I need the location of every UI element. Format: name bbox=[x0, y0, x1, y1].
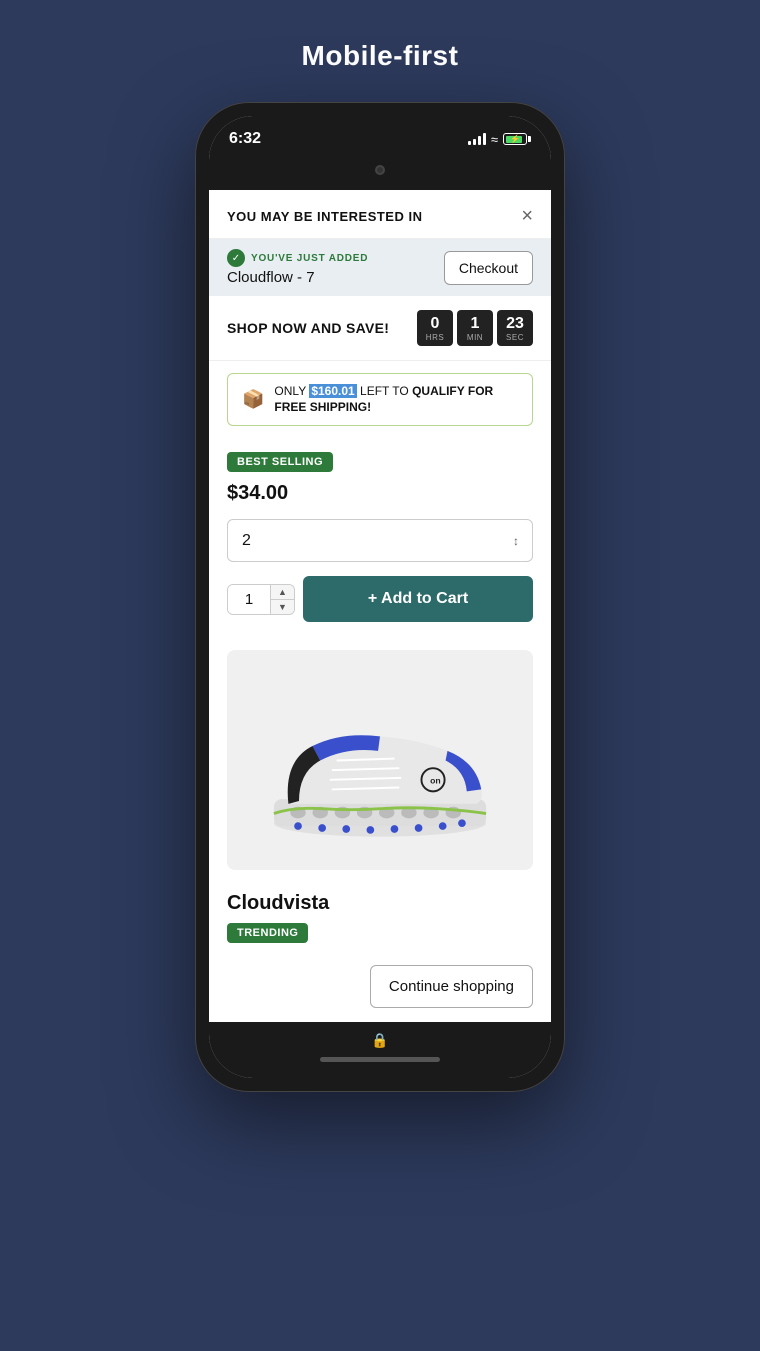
timer-section: SHOP NOW AND SAVE! 0 HRS 1 MIN 23 SEC bbox=[209, 296, 551, 361]
battery-icon: ⚡ bbox=[503, 133, 531, 145]
seconds-label: SEC bbox=[503, 333, 527, 342]
page-title: Mobile-first bbox=[302, 40, 459, 72]
status-time: 6:32 bbox=[229, 130, 261, 148]
product-image: on bbox=[227, 650, 533, 870]
bottom-indicator: 🔒 bbox=[209, 1022, 551, 1078]
hours-value: 0 bbox=[423, 314, 447, 333]
phone-frame: 6:32 ≈ ⚡ bbox=[195, 102, 565, 1092]
timer-hours: 0 HRS bbox=[417, 310, 453, 346]
hours-label: HRS bbox=[423, 333, 447, 342]
wifi-icon: ≈ bbox=[491, 132, 498, 147]
shop-now-label: SHOP NOW AND SAVE! bbox=[227, 320, 389, 336]
best-selling-badge: BEST SELLING bbox=[227, 452, 333, 472]
add-to-cart-button[interactable]: + Add to Cart bbox=[303, 576, 533, 622]
quantity-value: 1 bbox=[245, 591, 253, 608]
timer-seconds: 23 SEC bbox=[497, 310, 533, 346]
product-name: Cloudvista bbox=[227, 892, 533, 915]
timer-minutes: 1 MIN bbox=[457, 310, 493, 346]
qty-down-button[interactable]: ▼ bbox=[271, 600, 294, 614]
lock-icon: 🔒 bbox=[371, 1032, 388, 1049]
modal-title: YOU MAY BE INTERESTED IN bbox=[227, 209, 422, 224]
signal-icon bbox=[468, 133, 486, 145]
notch bbox=[320, 156, 440, 184]
check-circle-icon: ✓ bbox=[227, 249, 245, 267]
minutes-value: 1 bbox=[463, 314, 487, 333]
qty-up-button[interactable]: ▲ bbox=[271, 585, 294, 600]
shipping-text: ONLY $160.01 LEFT TO QUALIFY FOR FREE SH… bbox=[274, 384, 518, 415]
added-product-name: Cloudflow - 7 bbox=[227, 269, 368, 286]
front-camera-icon bbox=[375, 165, 385, 175]
quantity-stepper[interactable]: 1 ▲ ▼ bbox=[227, 584, 295, 615]
checkout-button[interactable]: Checkout bbox=[444, 251, 533, 285]
size-select[interactable]: 2 3 4 5 bbox=[227, 519, 533, 562]
shipping-banner: 📦 ONLY $160.01 LEFT TO QUALIFY FOR FREE … bbox=[227, 373, 533, 426]
seconds-value: 23 bbox=[503, 314, 527, 333]
continue-shopping-button[interactable]: Continue shopping bbox=[370, 965, 533, 1008]
trending-badge: TRENDING bbox=[227, 923, 308, 943]
added-label: YOU'VE JUST ADDED bbox=[251, 253, 368, 264]
status-bar: 6:32 ≈ ⚡ bbox=[209, 116, 551, 156]
added-banner: ✓ YOU'VE JUST ADDED Cloudflow - 7 Checko… bbox=[209, 239, 551, 296]
home-bar bbox=[320, 1057, 440, 1062]
svg-text:on: on bbox=[430, 776, 441, 786]
minutes-label: MIN bbox=[463, 333, 487, 342]
product-price: $34.00 bbox=[227, 482, 533, 505]
close-icon[interactable]: × bbox=[521, 206, 533, 226]
countdown-timer: 0 HRS 1 MIN 23 SEC bbox=[417, 310, 533, 346]
box-icon: 📦 bbox=[242, 389, 264, 410]
